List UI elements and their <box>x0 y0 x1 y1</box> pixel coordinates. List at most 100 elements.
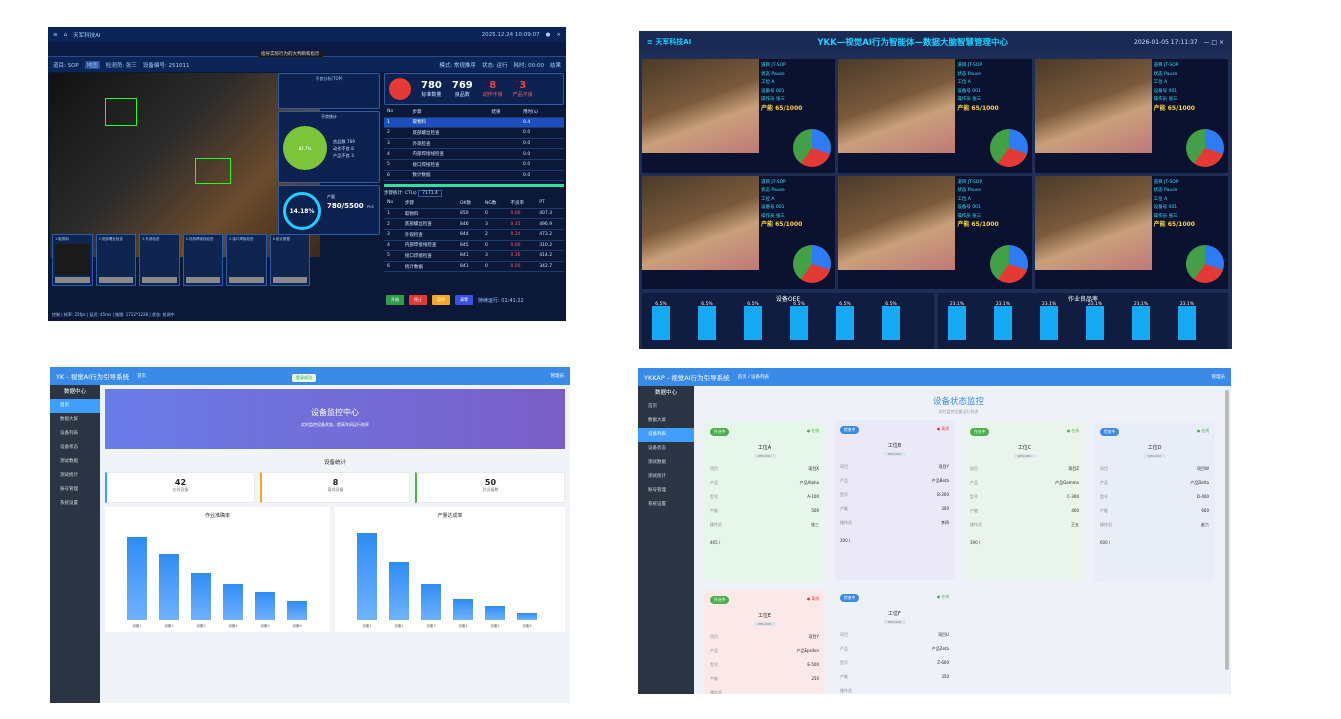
sidebar-item-devices[interactable]: 设备列表 <box>638 428 694 442</box>
step-thumb[interactable]: 1.取物料 <box>52 234 93 286</box>
home-icon[interactable]: ⌂ <box>64 32 68 38</box>
page-title: YKK—视觉AI行为智能体—数据大脑智慧管理中心 <box>817 38 1008 48</box>
control-bar: 开始 停止 暂停 清零 持续运行: 01:41:22 <box>386 295 524 305</box>
accuracy-tick-label: 设备5 <box>260 624 270 628</box>
table-row[interactable]: 4 内部焊接线检查 845 0 0.00 310.2 <box>384 240 564 252</box>
start-button[interactable]: 开始 <box>386 295 404 305</box>
stats-title: 设备统计 <box>323 460 346 466</box>
close-icon[interactable]: × <box>556 32 561 38</box>
step-thumb[interactable]: 2.底部螺丝检查 <box>95 234 136 286</box>
station-name: 工位E <box>757 613 772 619</box>
device-card[interactable]: 作业中 ● 在线 工位A DEV-001 项目 项目X 产品 产品Alpha 型号 A-100 产能… <box>704 422 825 582</box>
scrollbar[interactable] <box>1225 390 1229 670</box>
camera-cell[interactable]: 道目 JT-SOP 状态 Pause 工位 A 设备号 001 操作员 张三 产能 65/… <box>1034 175 1228 289</box>
sidebar-item-bigscreen[interactable]: 数据大屏 <box>50 413 100 427</box>
online-status: ● 在线 <box>1196 428 1209 433</box>
oee-bar <box>744 306 762 340</box>
page-subtitle: 实时监控设备运行状态 <box>938 409 979 414</box>
state-label: 状态: 运行 <box>481 62 508 69</box>
online-status: ● 离线 <box>936 426 949 431</box>
oee-bar-label: 6.5% <box>701 302 713 307</box>
inspector-label: 检测员: 张三 <box>105 62 137 69</box>
camera-cell[interactable]: 道目 JT-SOP 状态 Pause 工位 A 设备号 001 操作员 张三 产能 65/… <box>642 175 836 289</box>
info-row: 产品 产品Zeta <box>840 646 949 651</box>
table-row[interactable]: 1 取物料 850 0 0.00 407.3 <box>384 208 564 220</box>
user-icon[interactable]: ● <box>546 32 551 38</box>
sidebar-item-settings[interactable]: 系统设置 <box>50 497 100 511</box>
station-name: 工位A <box>757 445 772 451</box>
sidebar-item-accounts[interactable]: 账号管理 <box>50 483 100 497</box>
yield-bar-label: 23.1% <box>995 302 1011 307</box>
app-title: YK - 视觉AI行为引导系统 <box>56 373 130 381</box>
device-id: DEV-003 <box>1013 454 1036 458</box>
table-row[interactable]: 2 底部螺丝检查 0.0 <box>384 127 564 139</box>
info-row: 操作员 赵六 <box>1100 522 1209 527</box>
menu-icon[interactable]: ≡ <box>53 32 58 38</box>
camera-cell[interactable]: 道目 JT-SOP 状态 Pause 工位 A 设备号 001 操作员 张三 产能 65/… <box>838 59 1032 173</box>
sidebar-item-testdata[interactable]: 测试数据 <box>638 456 694 470</box>
info-row: 操作员 李四 <box>840 520 949 525</box>
user-menu[interactable]: 管理员 <box>1212 374 1226 380</box>
pause-button[interactable]: 暂停 <box>432 295 450 305</box>
table-row[interactable]: 6 数计数据 0.0 <box>384 170 564 182</box>
camera-cell[interactable]: 道目 JT-SOP 状态 Pause 工位 A 设备号 001 操作员 张三 产能 65/… <box>1034 59 1228 173</box>
sidebar-item-status[interactable]: 设备状态 <box>638 442 694 456</box>
yield-bar-label: 23.1% <box>949 302 965 307</box>
sidebar-item-settings[interactable]: 系统设置 <box>638 498 694 512</box>
sidebar-item-devices[interactable]: 设备列表 <box>50 427 100 441</box>
achievement-tick-label: 设备6 <box>522 624 532 628</box>
sidebar-item-home[interactable]: 首页 <box>638 400 694 414</box>
kpi-strip: 780 标准数量 769 良品数 8 动作不良 3 产品不良 <box>384 73 564 105</box>
sidebar-item-status[interactable]: 设备状态 <box>50 441 100 455</box>
info-row: 产品 产品Delta <box>1100 480 1209 485</box>
datetime: 2026-01-05 17:11:37 — □ × <box>1134 38 1224 46</box>
elapsed-label: 耗时: 00:00 <box>513 62 544 69</box>
step-thumb[interactable]: 5.接口焊接检查 <box>226 234 267 286</box>
datetime: 2025.12.24 10:09:07 <box>481 31 540 38</box>
table-row[interactable]: 3 外观检查 844 2 0.24 473.2 <box>384 229 564 241</box>
sidebar-item-accounts[interactable]: 账号管理 <box>638 484 694 498</box>
detection-box <box>195 158 231 184</box>
device-card[interactable]: 作业中 ● 离线 工位E DEV-005 项目 项目Y 产品 产品Epsilon 型号 E-500… <box>704 590 825 694</box>
card-footer: 465 / <box>710 540 721 545</box>
device-card[interactable]: 检查中 ● 离线 工位B DEV-002 项目 项目Y 产品 产品Beta 型号 B-200 产能 3… <box>834 420 955 580</box>
sidebar-item-teststats[interactable]: 测试统计 <box>638 470 694 484</box>
online-status: ● 在线 <box>806 428 819 433</box>
page-title: 设备状态监控 <box>932 397 984 407</box>
breadcrumb[interactable]: 首页 <box>137 373 146 379</box>
stop-button[interactable]: 停止 <box>409 295 427 305</box>
map-button[interactable]: 地图 <box>84 60 100 69</box>
table-row[interactable]: 4 内部焊接线检查 0.0 <box>384 148 564 160</box>
sidebar-item-bigscreen[interactable]: 数据大屏 <box>638 414 694 428</box>
accuracy-tick-label: 设备3 <box>196 624 206 628</box>
table-row[interactable]: 3 外观检查 0.0 <box>384 138 564 150</box>
table-row[interactable]: 1 取物料 0.4 <box>384 117 564 129</box>
table-row[interactable]: 2 底部螺丝检查 846 3 0.35 496.9 <box>384 218 564 230</box>
user-menu[interactable]: 管理员 <box>551 373 565 379</box>
table-row[interactable]: 5 接口焊接检查 0.0 <box>384 159 564 171</box>
card-footer: 200 / <box>840 538 851 543</box>
top-header: YKKAP - 视觉AI行为引导系统 首页 / 设备列表 管理员 <box>638 368 1231 386</box>
step-thumb[interactable]: 3.外观检查 <box>139 234 180 286</box>
step-thumb[interactable]: 4.内部焊接线检查 <box>182 234 223 286</box>
reset-button[interactable]: 清零 <box>455 295 473 305</box>
breadcrumb[interactable]: 首页 / 设备列表 <box>738 374 769 380</box>
device-card[interactable]: 作业中 ● 在线 工位C DEV-003 项目 项目Z 产品 产品Gamma 型号 C-300 产能… <box>964 422 1085 582</box>
info-row: 型号 B-200 <box>840 492 949 497</box>
oee-bar-label: 6.5% <box>839 302 851 307</box>
camera-cell[interactable]: 道目 JT-SOP 状态 Pause 工位 A 设备号 001 操作员 张三 产能 65/… <box>838 175 1032 289</box>
sidebar-item-testdata[interactable]: 测试数据 <box>50 455 100 469</box>
pie-chart <box>1185 128 1224 167</box>
info-row: 产能 500 <box>710 508 819 513</box>
step-thumb[interactable]: 6.统计数据 <box>269 234 310 286</box>
table-row[interactable]: 6 统计数据 841 0 0.00 342.7 <box>384 261 564 273</box>
device-card[interactable]: 检查中 ● 在线 工位D DEV-004 项目 项目W 产品 产品Delta 型号 D-400 产能… <box>1094 422 1215 582</box>
device-card[interactable]: 检查中 ● 在线 工位F DEV-006 项目 项目U 产品 产品Zeta 型号 Z-600 产能 3… <box>834 588 955 694</box>
table-row[interactable]: 5 接口焊接检查 841 3 0.36 414.2 <box>384 250 564 262</box>
sidebar-item-teststats[interactable]: 测试统计 <box>50 469 100 483</box>
sidebar-item-home[interactable]: 首页 <box>50 399 100 413</box>
yield-chart: 作业良品率 23.1% 23.1% 23.1% 23.1% 23.1% 23.1% <box>938 293 1228 349</box>
camera-cell[interactable]: 道目 JT-SOP 状态 Pause 工位 A 设备号 001 操作员 张三 产能 65/… <box>642 59 836 173</box>
device-id-label: 设备编号: 251011 <box>142 62 190 69</box>
achievement-tick-label: 设备4 <box>458 624 468 628</box>
